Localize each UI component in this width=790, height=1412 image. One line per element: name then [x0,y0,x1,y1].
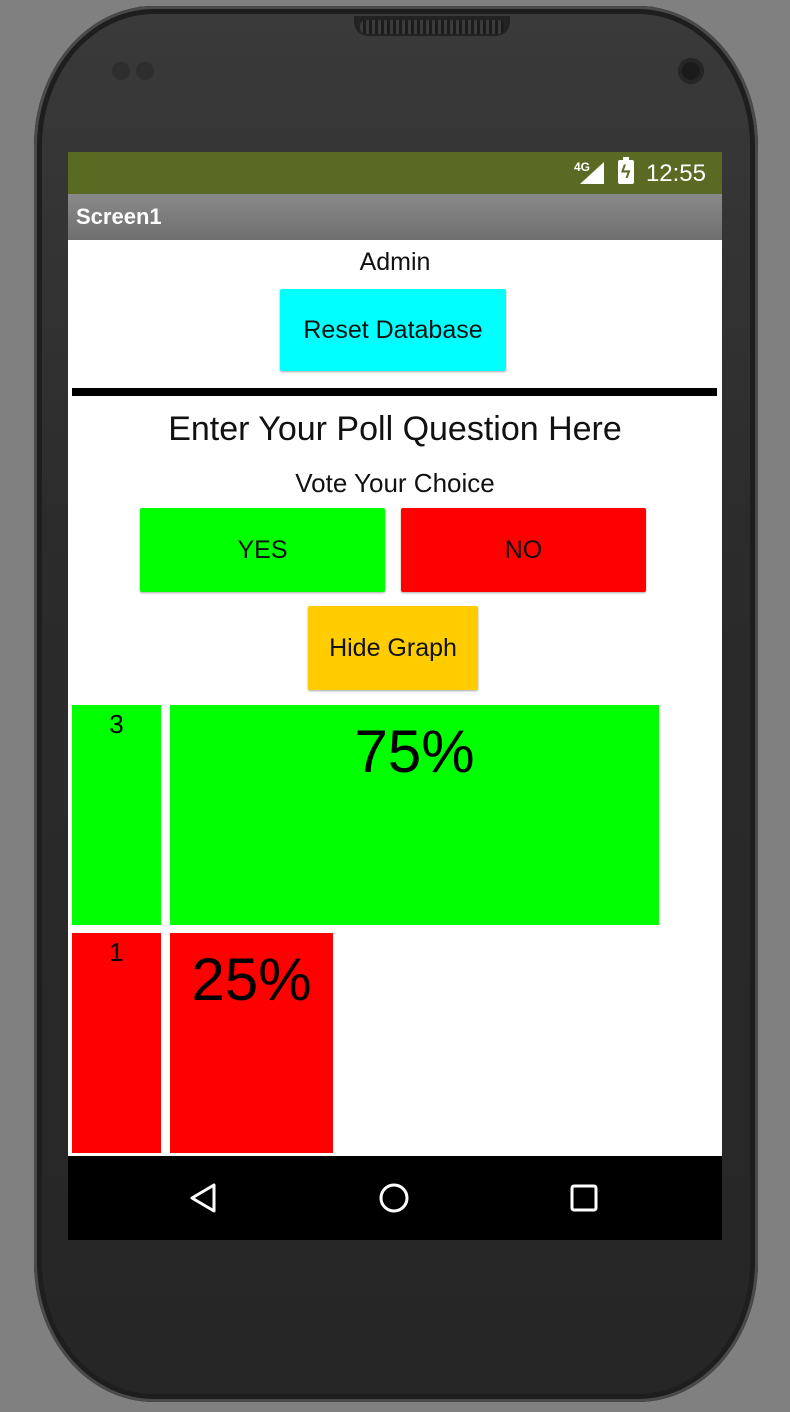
yes-button[interactable]: YES [140,508,385,592]
signal-icon [580,162,604,184]
poll-question: Enter Your Poll Question Here [168,410,622,448]
yes-count: 3 [109,709,124,739]
status-time: 12:55 [645,160,706,187]
recents-square-icon[interactable] [568,1182,600,1214]
back-triangle-icon[interactable] [188,1182,220,1214]
app-screen: 4G ϟ 12:55 Screen1 Admin Reset Database … [68,152,722,1240]
light-sensor [136,62,154,80]
earpiece-speaker [360,20,504,34]
navigation-bar [68,1156,722,1240]
yes-percent-bar: 75% [170,705,659,925]
proximity-sensor [112,62,130,80]
app-title-bar: Screen1 [68,194,722,240]
yes-percent-label: 75% [354,718,475,785]
app-title: Screen1 [76,204,162,229]
no-percent-label: 25% [191,946,312,1013]
reset-database-button[interactable]: Reset Database [280,289,506,371]
no-count-box: 1 [72,933,161,1153]
no-percent-bar: 25% [170,933,333,1153]
home-circle-icon[interactable] [378,1182,410,1214]
status-bar: 4G ϟ 12:55 [68,152,722,194]
vote-label: Vote Your Choice [295,468,495,498]
no-count: 1 [109,937,124,967]
no-button[interactable]: NO [401,508,646,592]
yes-count-box: 3 [72,705,161,925]
admin-label: Admin [359,248,431,276]
hide-graph-button[interactable]: Hide Graph [308,606,478,690]
section-divider [72,388,717,396]
battery-charging-icon: ϟ [618,157,634,184]
front-camera [678,58,704,84]
